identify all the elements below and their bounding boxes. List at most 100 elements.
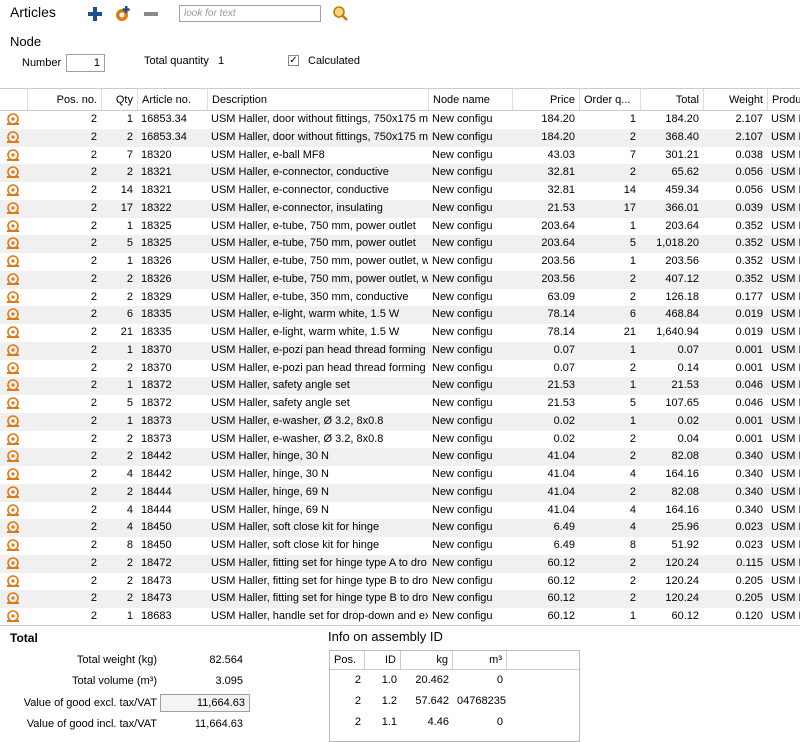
number-field[interactable]	[66, 54, 105, 72]
table-cell-art: 18372	[141, 379, 172, 392]
table-row[interactable]: 2 17 18322 USM Haller, e-connector, insulat…	[0, 199, 800, 218]
table-row[interactable]: 2 7 18320 USM Haller, e-ball MF8 New configu…	[0, 147, 800, 165]
table-cell-art: 18442	[141, 468, 172, 480]
column-header-description[interactable]: Description	[207, 89, 428, 110]
table-cell-node: New configu	[432, 414, 493, 427]
table-cell-qty: 2	[126, 272, 133, 285]
table-cell-desc: USM Haller, e-tube, 750 mm, power outlet…	[211, 272, 428, 285]
column-header-price[interactable]: Price	[512, 89, 579, 110]
table-cell-price: 41.04	[547, 503, 575, 516]
value-excl-tax-field[interactable]: 11,664.63	[160, 694, 250, 712]
table-cell-node: New configu	[432, 130, 493, 143]
table-cell-weight: 0.023	[735, 521, 763, 534]
table-cell-price: 0.07	[553, 361, 575, 374]
column-header-node-name[interactable]: Node name	[428, 89, 512, 110]
table-cell-pos: 2	[90, 414, 97, 427]
table-cell-total: 126.18	[665, 290, 699, 303]
table-cell-pl: USM Haller	[771, 219, 800, 232]
table-row[interactable]: 2 2 18370 USM Haller, e-pozi pan head threa…	[0, 360, 800, 378]
table-row[interactable]: 2 2 18473 USM Haller, fitting set for hinge…	[0, 590, 800, 608]
table-cell-art: 18320	[141, 148, 172, 161]
minus-icon[interactable]	[142, 5, 160, 23]
table-row[interactable]: 2 2 18326 USM Haller, e-tube, 750 mm, power…	[0, 270, 800, 289]
assembly-column-m3[interactable]: m³	[453, 651, 507, 669]
column-header-product-line[interactable]: Product line	[767, 89, 800, 110]
table-cell-total: 65.62	[671, 166, 699, 179]
table-row[interactable]: 2 1 18325 USM Haller, e-tube, 750 mm, power…	[0, 218, 800, 236]
table-cell-price: 60.12	[547, 610, 575, 622]
table-row[interactable]: 2 1 18370 USM Haller, e-pozi pan head threa…	[0, 341, 800, 360]
column-header-order-quantity[interactable]: Order q...	[579, 89, 640, 110]
column-header-weight[interactable]: Weight	[703, 89, 767, 110]
search-input[interactable]	[179, 5, 321, 22]
table-cell-qty: 1	[126, 219, 133, 232]
table-row[interactable]: 2 2 18329 USM Haller, e-tube, 350 mm, condu…	[0, 289, 800, 307]
table-cell-desc: USM Haller, fitting set for hinge type B…	[211, 592, 428, 605]
column-header-qty[interactable]: Qty	[101, 89, 137, 110]
table-cell-oq: 2	[629, 574, 636, 587]
table-row[interactable]: 2 6 18335 USM Haller, e-light, warm white, …	[0, 306, 800, 324]
table-row[interactable]: 2 2 18473 USM Haller, fitting set for hinge…	[0, 573, 800, 591]
table-row[interactable]: 2 5 18325 USM Haller, e-tube, 750 mm, power…	[0, 235, 800, 253]
table-cell-qty: 17	[120, 201, 133, 214]
table-row[interactable]: 2 4 18450 USM Haller, soft close kit for hi…	[0, 519, 800, 537]
table-row[interactable]: 2 1 18372 USM Haller, safety angle set New c…	[0, 377, 800, 395]
table-cell-desc: USM Haller, e-connector, insulating	[211, 201, 383, 214]
assembly-cell-m3: 04768235	[457, 695, 506, 707]
table-row[interactable]: 2 2 18442 USM Haller, hinge, 30 N New config…	[0, 448, 800, 466]
column-header-pos-no[interactable]: Pos. no.	[27, 89, 101, 110]
column-header-article-no[interactable]: Article no.	[137, 89, 207, 110]
table-cell-price: 184.20	[541, 113, 575, 125]
table-cell-weight: 0.177	[735, 290, 763, 303]
icon-column-header[interactable]	[0, 89, 27, 110]
table-cell-pl: USM Haller	[771, 521, 800, 534]
table-row[interactable]: 2 8 18450 USM Haller, soft close kit for hi…	[0, 537, 800, 555]
table-row[interactable]: 2 14 18321 USM Haller, e-connector, conduct…	[0, 182, 800, 200]
table-row[interactable]: 2 5 18372 USM Haller, safety angle set New c…	[0, 395, 800, 413]
assembly-node-icon	[0, 502, 27, 520]
assembly-row[interactable]: 2 1.2 57.642 04768235	[330, 691, 579, 712]
table-cell-pl: USM Haller	[771, 361, 800, 374]
plus-icon[interactable]	[86, 5, 104, 23]
table-row[interactable]: 2 1 18373 USM Haller, e-washer, Ø 3.2, 8x0.…	[0, 412, 800, 431]
assembly-node-icon	[0, 324, 27, 342]
table-body: 2 1 16853.34 USM Haller, door without fitti…	[0, 111, 800, 625]
table-cell-weight: 0.001	[735, 414, 763, 427]
table-row[interactable]: 2 2 16853.34 USM Haller, door without fitti…	[0, 128, 800, 147]
assembly-row[interactable]: 2 1.0 20.462 0	[330, 670, 579, 691]
table-cell-desc: USM Haller, door without fittings, 750x1…	[211, 130, 428, 143]
table-cell-oq: 5	[629, 397, 636, 409]
table-row[interactable]: 2 4 18444 USM Haller, hinge, 69 N New config…	[0, 502, 800, 520]
table-row[interactable]: 2 21 18335 USM Haller, e-light, warm white,…	[0, 324, 800, 342]
assembly-node-icon	[0, 484, 27, 502]
assembly-column-kg[interactable]: kg	[401, 651, 453, 669]
table-cell-weight: 2.107	[735, 130, 763, 143]
table-row[interactable]: 2 4 18442 USM Haller, hinge, 30 N New config…	[0, 466, 800, 484]
table-row[interactable]: 2 2 18373 USM Haller, e-washer, Ø 3.2, 8x0.…	[0, 431, 800, 449]
table-row[interactable]: 2 2 18321 USM Haller, e-connector, conducti…	[0, 164, 800, 182]
add-component-icon[interactable]	[113, 5, 131, 23]
table-cell-pos: 2	[90, 450, 97, 463]
table-row[interactable]: 2 2 18472 USM Haller, fitting set for hinge…	[0, 554, 800, 573]
assembly-cell-kg: 20.462	[415, 674, 449, 686]
assembly-column-id[interactable]: ID	[365, 651, 401, 669]
table-cell-price: 60.12	[547, 592, 575, 605]
calculated-checkbox[interactable]: ✓	[288, 55, 299, 66]
column-header-total[interactable]: Total	[640, 89, 703, 110]
assembly-node-icon	[0, 235, 27, 253]
assembly-row[interactable]: 2 1.1 4.46 0	[330, 712, 579, 733]
table-row[interactable]: 2 1 16853.34 USM Haller, door without fitti…	[0, 111, 800, 129]
table-cell-price: 203.64	[541, 237, 575, 250]
table-cell-oq: 4	[629, 468, 636, 480]
table-row[interactable]: 2 2 18444 USM Haller, hinge, 69 N New config…	[0, 483, 800, 502]
assembly-node-icon	[0, 306, 27, 324]
table-cell-qty: 1	[126, 343, 133, 356]
table-cell-total: 1,640.94	[656, 326, 699, 338]
table-row[interactable]: 2 1 18326 USM Haller, e-tube, 750 mm, power…	[0, 253, 800, 271]
table-cell-art: 18473	[141, 574, 172, 587]
magnifier-icon[interactable]	[331, 5, 349, 23]
table-cell-art: 18373	[141, 414, 172, 427]
assembly-column-pos[interactable]: Pos.	[330, 651, 365, 669]
table-cell-qty: 1	[126, 255, 133, 267]
table-row[interactable]: 2 1 18683 USM Haller, handle set for drop-d…	[0, 608, 800, 625]
